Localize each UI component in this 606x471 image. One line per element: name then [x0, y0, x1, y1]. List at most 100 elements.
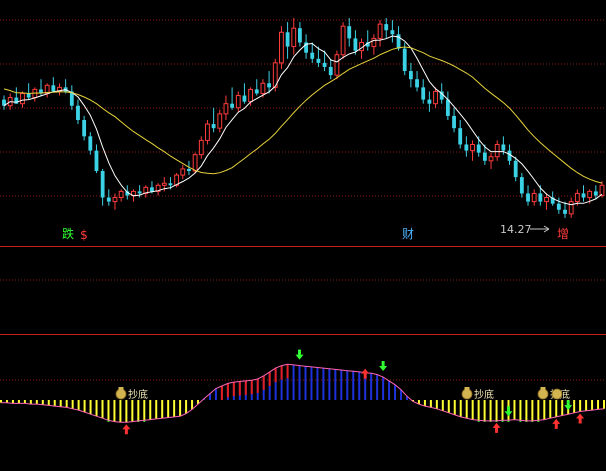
- bottom-fishing-marker: 抄底: [461, 387, 494, 401]
- candle-body: [334, 54, 340, 76]
- indicator-histogram: [0, 364, 606, 423]
- candle-body: [581, 193, 586, 198]
- money-bag-knot: [540, 387, 546, 390]
- candle-body: [187, 168, 191, 171]
- candle-body: [298, 28, 302, 43]
- candle-body: [168, 183, 173, 186]
- chart-stage: 跌 $ 财 增 14.27 抄底 抄底 抄底: [0, 0, 606, 471]
- money-bag-icon: [115, 388, 127, 400]
- candle-body: [408, 71, 413, 80]
- chart-canvas: 跌 $ 财 增 14.27 抄底 抄底 抄底: [0, 18, 606, 435]
- candle-body: [211, 124, 216, 129]
- bottom-fishing-markers: 抄底 抄底 抄底: [115, 387, 570, 401]
- candle-body: [279, 31, 284, 64]
- candle-body: [464, 144, 469, 151]
- money-bag-icon: [461, 388, 473, 400]
- candle-body: [556, 203, 561, 210]
- candle-body: [445, 99, 450, 116]
- candle-body: [384, 24, 389, 31]
- candle-body: [452, 115, 456, 129]
- candle-body: [371, 37, 377, 48]
- candle-body: [538, 193, 543, 202]
- candle-body: [421, 87, 426, 100]
- candle-body: [76, 105, 80, 120]
- money-bag-icon: [537, 388, 549, 400]
- candle-body: [501, 144, 506, 151]
- bottom-fishing-label: 抄底: [474, 388, 494, 401]
- candle-body: [563, 209, 567, 214]
- ma-long-line: [3, 46, 603, 184]
- panel-separators: [0, 246, 606, 335]
- candle-body: [88, 136, 93, 151]
- candle-body: [568, 201, 574, 215]
- buy-arrow-icon: [122, 424, 131, 435]
- candle-body: [198, 139, 204, 156]
- candle-body: [482, 152, 487, 161]
- candle-body: [494, 143, 500, 158]
- candle-body: [377, 23, 383, 39]
- buy-arrow-icon: [361, 368, 370, 379]
- candle-body: [217, 113, 223, 129]
- candle-body: [328, 66, 333, 76]
- candle-body: [458, 128, 463, 145]
- sell-arrow-icon: [564, 400, 573, 411]
- candle-body: [180, 168, 186, 176]
- candle-body: [310, 52, 315, 59]
- annotation-label: 增: [557, 227, 569, 241]
- candle-body: [587, 190, 593, 199]
- candle-body: [112, 197, 118, 203]
- candle-body: [599, 184, 605, 196]
- sell-arrow-icon: [504, 406, 513, 417]
- ma-short-line: [3, 35, 603, 206]
- money-bag-knot: [118, 387, 124, 390]
- candle-body: [470, 143, 475, 152]
- low-price-label: 14.27: [500, 223, 532, 236]
- candle-body: [192, 154, 198, 172]
- candle-body: [137, 191, 142, 194]
- candle-body: [353, 38, 358, 51]
- candle-body: [285, 32, 290, 47]
- candle-body: [260, 82, 266, 94]
- candle-body: [402, 48, 407, 72]
- candle-body: [82, 120, 87, 137]
- money-bag-icon: [551, 388, 563, 400]
- candle-body: [291, 27, 297, 48]
- candle-body: [267, 83, 272, 88]
- candle-body: [390, 30, 395, 35]
- candle-body: [51, 85, 56, 92]
- candle-body: [513, 160, 518, 178]
- moving-average-lines: [3, 35, 603, 206]
- candle-body: [242, 95, 247, 102]
- candle-body: [100, 171, 105, 198]
- candle-body: [235, 95, 241, 109]
- candle-body: [347, 26, 352, 39]
- annotation-label: $: [80, 228, 88, 242]
- grid-layer: [0, 19, 606, 381]
- candle-body: [340, 25, 346, 56]
- candle-body: [433, 90, 438, 105]
- bottom-fishing-marker: 抄底: [537, 387, 570, 401]
- candle-body: [427, 99, 432, 104]
- money-bag-knot: [464, 387, 470, 390]
- sell-arrow-icon: [379, 361, 388, 372]
- candle-body: [531, 192, 537, 203]
- annotation-label: 跌: [62, 226, 74, 241]
- candle-body: [150, 187, 154, 192]
- candle-body: [322, 62, 327, 67]
- candle-body: [316, 58, 321, 63]
- candle-body: [544, 197, 549, 203]
- candle-body: [248, 88, 254, 103]
- candle-body: [476, 144, 481, 153]
- candle-body: [526, 193, 530, 202]
- annotation-label: 财: [402, 227, 414, 241]
- candle-body: [488, 156, 494, 162]
- candle-body: [161, 182, 167, 186]
- candle-body: [20, 92, 25, 105]
- sell-arrow-icon: [295, 349, 304, 360]
- candle-body: [223, 103, 229, 115]
- candle-body: [118, 190, 124, 199]
- bottom-fishing-marker: 抄底: [115, 387, 148, 401]
- buy-arrow-icon: [576, 413, 585, 424]
- candle-body: [415, 79, 419, 88]
- buy-arrow-icon: [552, 418, 561, 429]
